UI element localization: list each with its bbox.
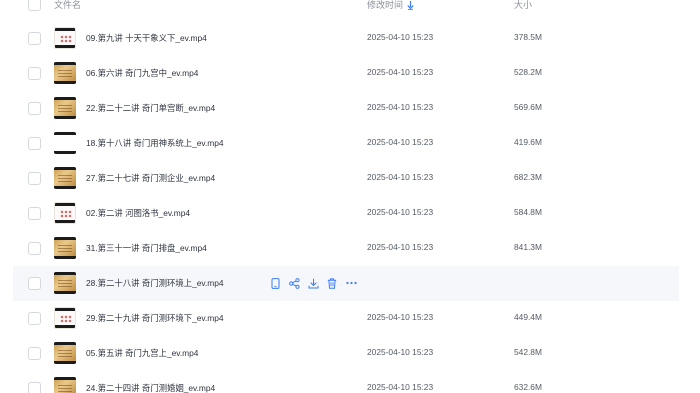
column-header-size[interactable]: 大小	[514, 0, 532, 11]
file-name[interactable]: 22.第二十二讲 奇门单宫断_ev.mp4	[86, 102, 215, 114]
file-size: 419.6M	[514, 137, 542, 147]
file-row[interactable]: 27.第二十七讲 奇门测企业_ev.mp4 2025-04-10 15:23 682…	[13, 161, 679, 196]
file-row[interactable]: 28.第二十八讲 奇门测环境上_ev.mp4	[13, 266, 679, 301]
phone-icon[interactable]	[269, 276, 281, 290]
file-row[interactable]: 24.第二十四讲 奇门测婚姻_ev.mp4 2025-04-10 15:23 632…	[13, 371, 679, 393]
file-row[interactable]: 29.第二十九讲 奇门测环境下_ev.mp4 2025-04-10 15:23 44…	[13, 301, 679, 336]
file-size: 584.8M	[514, 207, 542, 217]
row-checkbox[interactable]	[28, 102, 41, 115]
file-modified-time: 2025-04-10 15:23	[367, 32, 434, 42]
file-name[interactable]: 31.第三十一讲 奇门排盘_ev.mp4	[86, 242, 207, 254]
sort-descending-icon[interactable]	[407, 1, 414, 12]
column-header-time-label: 修改时间	[367, 0, 404, 10]
file-name[interactable]: 29.第二十九讲 奇门测环境下_ev.mp4	[86, 312, 224, 324]
file-row[interactable]: 18.第十八讲 奇门用神系统上_ev.mp4 2025-04-10 15:23 41…	[13, 126, 679, 161]
video-thumbnail-white-icon	[54, 202, 76, 224]
video-thumbnail-white-icon	[54, 307, 76, 329]
video-thumbnail-bw-icon	[54, 132, 76, 154]
file-modified-time: 2025-04-10 15:23	[367, 207, 434, 217]
row-checkbox[interactable]	[28, 172, 41, 185]
file-size: 682.3M	[514, 172, 542, 182]
file-name[interactable]: 24.第二十四讲 奇门测婚姻_ev.mp4	[86, 382, 215, 393]
video-thumbnail-gold-icon	[54, 237, 76, 259]
file-row[interactable]: 05.第五讲 奇门九宫上_ev.mp4 2025-04-10 15:23 542.8…	[13, 336, 679, 371]
file-modified-time: 2025-04-10 15:23	[367, 172, 434, 182]
row-checkbox[interactable]	[28, 382, 41, 393]
row-checkbox[interactable]	[28, 312, 41, 325]
row-checkbox[interactable]	[28, 137, 41, 150]
row-checkbox[interactable]	[28, 347, 41, 360]
file-name[interactable]: 18.第十八讲 奇门用神系统上_ev.mp4	[86, 137, 224, 149]
row-checkbox[interactable]	[28, 242, 41, 255]
file-size: 528.2M	[514, 67, 542, 77]
column-header-name[interactable]: 文件名	[54, 0, 81, 11]
video-thumbnail-gold-icon	[54, 342, 76, 364]
share-icon[interactable]	[288, 276, 300, 290]
file-name[interactable]: 06.第六讲 奇门九宫中_ev.mp4	[86, 67, 198, 79]
file-row[interactable]: 09.第九讲 十天干象义下_ev.mp4 2025-04-10 15:23 378.…	[13, 21, 679, 56]
file-modified-time: 2025-04-10 15:23	[367, 242, 434, 252]
file-row[interactable]: 22.第二十二讲 奇门单宫断_ev.mp4 2025-04-10 15:23 569…	[13, 91, 679, 126]
file-name[interactable]: 02.第二讲 河图洛书_ev.mp4	[86, 207, 190, 219]
delete-icon[interactable]	[326, 276, 338, 290]
file-modified-time: 2025-04-10 15:23	[367, 312, 434, 322]
file-size: 449.4M	[514, 312, 542, 322]
more-icon[interactable]	[345, 276, 357, 290]
row-checkbox[interactable]	[28, 207, 41, 220]
video-thumbnail-gold-icon	[54, 97, 76, 119]
video-thumbnail-gold-icon	[54, 62, 76, 84]
download-icon[interactable]	[307, 276, 319, 290]
column-header-time[interactable]: 修改时间	[367, 0, 414, 12]
file-list-panel: 文件名 修改时间 大小 09.第九讲 十天干象义下_ev.mp4 2025-04-…	[13, 0, 679, 393]
file-size: 542.8M	[514, 347, 542, 357]
file-size: 378.5M	[514, 32, 542, 42]
file-name[interactable]: 09.第九讲 十天干象义下_ev.mp4	[86, 32, 207, 44]
file-row[interactable]: 02.第二讲 河图洛书_ev.mp4 2025-04-10 15:23 584.8M	[13, 196, 679, 231]
video-thumbnail-gold-icon	[54, 272, 76, 294]
select-all-checkbox[interactable]	[28, 0, 41, 11]
file-size: 841.3M	[514, 242, 542, 252]
file-row[interactable]: 06.第六讲 奇门九宫中_ev.mp4 2025-04-10 15:23 528.2…	[13, 56, 679, 91]
list-header: 文件名 修改时间 大小	[13, 0, 679, 16]
file-modified-time: 2025-04-10 15:23	[367, 102, 434, 112]
row-checkbox[interactable]	[28, 67, 41, 80]
video-thumbnail-gold-icon	[54, 167, 76, 189]
file-size: 632.6M	[514, 382, 542, 392]
file-modified-time: 2025-04-10 15:23	[367, 67, 434, 77]
row-actions	[269, 276, 357, 290]
file-modified-time: 2025-04-10 15:23	[367, 347, 434, 357]
file-name[interactable]: 05.第五讲 奇门九宫上_ev.mp4	[86, 347, 198, 359]
file-row[interactable]: 31.第三十一讲 奇门排盘_ev.mp4 2025-04-10 15:23 841.…	[13, 231, 679, 266]
video-thumbnail-white-icon	[54, 27, 76, 49]
row-checkbox[interactable]	[28, 32, 41, 45]
video-thumbnail-gold-icon	[54, 377, 76, 393]
file-name[interactable]: 28.第二十八讲 奇门测环境上_ev.mp4	[86, 277, 224, 289]
file-name[interactable]: 27.第二十七讲 奇门测企业_ev.mp4	[86, 172, 215, 184]
file-modified-time: 2025-04-10 15:23	[367, 382, 434, 392]
row-checkbox[interactable]	[28, 277, 41, 290]
file-modified-time: 2025-04-10 15:23	[367, 137, 434, 147]
file-size: 569.6M	[514, 102, 542, 112]
